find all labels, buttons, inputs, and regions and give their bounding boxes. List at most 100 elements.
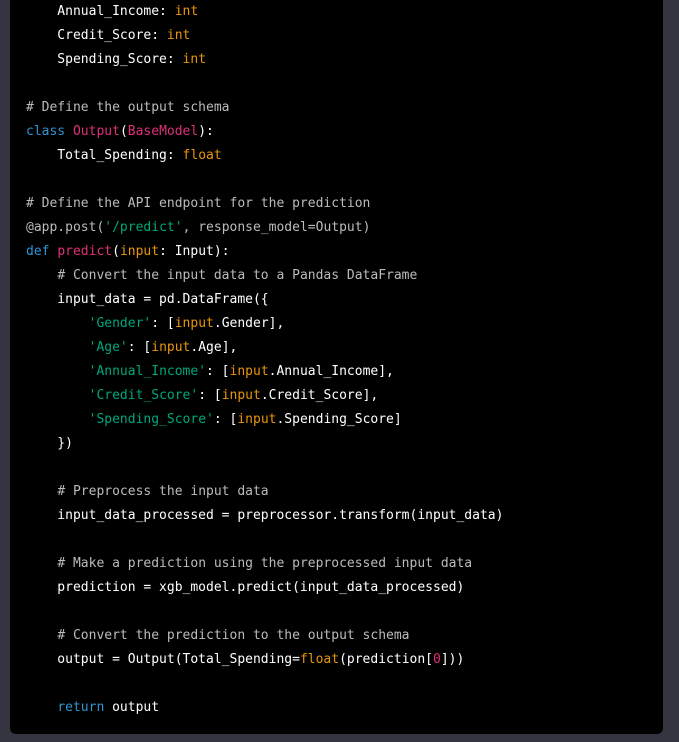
- code-token-string: 'Annual_Income': [88, 364, 207, 379]
- code-line: # Define the API endpoint for the predic…: [26, 192, 503, 216]
- code-line: Spending_Score: int: [26, 48, 503, 72]
- code-token-builtin: int: [182, 52, 207, 67]
- code-token-keyword: return: [57, 700, 105, 715]
- code-token-comment: # Define the API endpoint for the predic…: [26, 196, 371, 211]
- code-token-text: (: [119, 124, 128, 139]
- code-line: return output: [26, 696, 503, 720]
- code-token-text: ])): [440, 652, 465, 667]
- code-line: Credit_Score: int: [26, 24, 503, 48]
- code-token-text: Spending_Score:: [26, 52, 183, 67]
- code-token-text: input_data_processed = preprocessor.tran…: [26, 508, 504, 523]
- code-line: def predict(input: Input):: [26, 240, 503, 264]
- code-token-keyword: def: [26, 244, 50, 259]
- code-line: # Convert the input data to a Pandas Dat…: [26, 264, 503, 288]
- code-token-text: output = Output(Total_Spending=: [26, 652, 300, 667]
- code-token-string: 'Gender': [88, 316, 152, 331]
- code-line: input_data = pd.DataFrame({: [26, 288, 503, 312]
- code-line: # Preprocess the input data: [26, 480, 503, 504]
- code-token-text: input_data = pd.DataFrame({: [26, 292, 269, 307]
- code-token-text: : Input):: [159, 244, 230, 259]
- code-line: 'Age': [input.Age],: [26, 336, 503, 360]
- code-token-comment: # Define the output schema: [26, 100, 230, 115]
- code-line: ​: [26, 672, 503, 696]
- code-line: 'Annual_Income': [input.Annual_Income],: [26, 360, 503, 384]
- code-line: 'Credit_Score': [input.Credit_Score],: [26, 384, 503, 408]
- code-line: 'Gender': [input.Gender],: [26, 312, 503, 336]
- code-token-text: : [: [127, 340, 152, 355]
- code-token-text: output: [104, 700, 160, 715]
- code-line: Total_Spending: float: [26, 144, 503, 168]
- code-token-text: : [: [206, 364, 230, 379]
- code-token-builtin: input: [221, 388, 261, 403]
- code-token-text: prediction = xgb_model.predict(input_dat…: [26, 580, 465, 595]
- code-token-number: 0: [433, 652, 441, 667]
- code-line: # Make a prediction using the preprocess…: [26, 552, 503, 576]
- code-token-string: 'Age': [88, 340, 128, 355]
- code-token-comment: # Convert the prediction to the output s…: [57, 628, 410, 643]
- code-token-builtin: input: [237, 412, 277, 427]
- code-line: ​: [26, 72, 503, 96]
- code-token-builtin: int: [174, 4, 199, 19]
- code-token-text: Credit_Score:: [26, 28, 167, 43]
- code-token-comment: , response_model=Output): [182, 220, 371, 235]
- code-token-text: : [: [198, 388, 222, 403]
- code-token-text: .Gender],: [213, 316, 285, 331]
- code-content: Annual_Income: int Credit_Score: int Spe…: [26, 0, 503, 720]
- code-token-text: }): [26, 436, 73, 451]
- code-token-text: (prediction[: [339, 652, 433, 667]
- code-line: # Convert the prediction to the output s…: [26, 624, 503, 648]
- code-token-text: (: [112, 244, 120, 259]
- code-token-text: .Age],: [190, 340, 238, 355]
- code-line: @app.post('/predict', response_model=Out…: [26, 216, 503, 240]
- code-line: ​: [26, 456, 503, 480]
- code-line: }): [26, 432, 503, 456]
- code-token-builtin: input: [119, 244, 160, 259]
- code-token-type: BaseModel: [127, 124, 199, 139]
- code-token-text: : [: [213, 412, 238, 427]
- code-block: Annual_Income: int Credit_Score: int Spe…: [10, 0, 663, 734]
- code-token-text: .Spending_Score]: [276, 412, 402, 427]
- code-token-type: Output: [72, 124, 120, 139]
- code-token-keyword: class: [26, 124, 66, 139]
- code-line: input_data_processed = preprocessor.tran…: [26, 504, 503, 528]
- code-token-text: .Annual_Income],: [268, 364, 394, 379]
- code-line: class Output(BaseModel):: [26, 120, 503, 144]
- code-token-string: '/predict': [104, 220, 183, 235]
- code-token-comment: @app.post(: [26, 220, 105, 235]
- code-line: ​: [26, 600, 503, 624]
- code-token-string: 'Credit_Score': [88, 388, 199, 403]
- code-token-text: ):: [198, 124, 214, 139]
- code-token-type: predict: [57, 244, 113, 259]
- code-line: output = Output(Total_Spending=float(pre…: [26, 648, 503, 672]
- code-line: Annual_Income: int: [26, 0, 503, 24]
- code-token-comment: # Preprocess the input data: [57, 484, 269, 499]
- code-token-comment: # Convert the input data to a Pandas Dat…: [57, 268, 418, 283]
- code-token-builtin: float: [182, 148, 222, 163]
- code-line: prediction = xgb_model.predict(input_dat…: [26, 576, 503, 600]
- code-token-text: : [: [151, 316, 175, 331]
- code-line: 'Spending_Score': [input.Spending_Score]: [26, 408, 503, 432]
- code-token-builtin: input: [151, 340, 191, 355]
- code-token-string: 'Spending_Score': [88, 412, 214, 427]
- code-token-comment: # Make a prediction using the preprocess…: [57, 556, 473, 571]
- code-token-builtin: input: [229, 364, 269, 379]
- code-line: ​: [26, 528, 503, 552]
- code-line: ​: [26, 168, 503, 192]
- code-token-text: Annual_Income:: [26, 4, 175, 19]
- code-token-builtin: int: [166, 28, 191, 43]
- code-token-text: .Credit_Score],: [260, 388, 379, 403]
- code-token-builtin: input: [174, 316, 214, 331]
- code-line: # Define the output schema: [26, 96, 503, 120]
- code-token-text: Total_Spending:: [26, 148, 183, 163]
